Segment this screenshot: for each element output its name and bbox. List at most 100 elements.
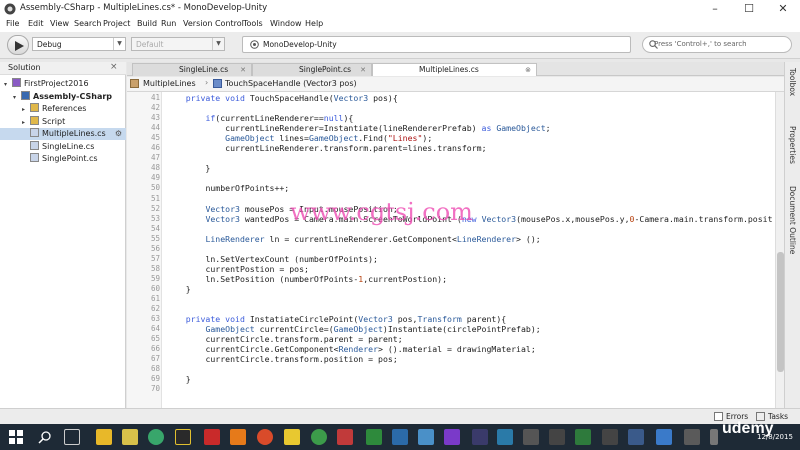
close-icon[interactable]: ✕ [360, 64, 366, 76]
menu-edit[interactable]: Edit [28, 19, 44, 28]
solution-item[interactable]: SingleLine.cs [0, 140, 126, 153]
app-icon-blue2[interactable] [656, 429, 672, 445]
app-icon-c2[interactable] [575, 429, 591, 445]
menu-help[interactable]: Help [305, 19, 323, 28]
windows-start-icon[interactable] [9, 430, 23, 444]
code-line[interactable]: currentLineRenderer.transform.parent=lin… [166, 143, 486, 153]
close-icon[interactable]: ⊗ [525, 64, 531, 76]
code-line[interactable]: } [166, 163, 210, 173]
code-line[interactable]: currentCircle.GetComponent<Renderer> ().… [166, 344, 535, 354]
menu-version-control[interactable]: Version Control [183, 19, 244, 28]
menu-file[interactable]: File [6, 19, 19, 28]
solution-item[interactable]: ▾ FirstProject2016 [0, 78, 126, 90]
app-icon-globe[interactable] [628, 429, 644, 445]
document-outline-tab[interactable]: Document Outline [788, 186, 797, 254]
editor-scrollbar[interactable] [775, 92, 784, 408]
solution-item[interactable]: ▸ References [0, 103, 126, 115]
solution-pad-header: Solution × [0, 62, 126, 75]
code-line[interactable]: ln.SetPosition (numberOfPoints-1,current… [166, 274, 447, 284]
app-icon-s[interactable] [497, 429, 513, 445]
app-icon-blue[interactable] [418, 429, 434, 445]
app-icon-grey[interactable] [684, 429, 700, 445]
search-icon[interactable] [38, 430, 52, 444]
file-explorer-icon[interactable] [96, 429, 112, 445]
path-member[interactable]: TouchSpaceHandle (Vector3 pos) [225, 79, 357, 88]
app-icon-green[interactable] [148, 429, 164, 445]
code-line[interactable]: private void TouchSpaceHandle(Vector3 po… [166, 93, 398, 103]
run-button[interactable] [7, 35, 29, 55]
line-number: 69 [150, 374, 160, 384]
chrome-canary-icon[interactable] [311, 429, 327, 445]
code-line[interactable]: currentPostion = pos; [166, 264, 309, 274]
chrome-icon[interactable] [257, 429, 273, 445]
menu-search[interactable]: Search [74, 19, 101, 28]
menu-view[interactable]: View [50, 19, 69, 28]
code-line[interactable]: } [166, 284, 191, 294]
gear-icon[interactable]: ⚙ [115, 128, 122, 140]
tab-singlepoint[interactable]: SinglePoint.cs ✕ [252, 63, 372, 76]
expand-right-icon[interactable]: ▸ [22, 117, 30, 129]
firefox-icon[interactable] [230, 429, 246, 445]
code-line[interactable]: currentCircle.transform.position = pos; [166, 354, 397, 364]
solution-item[interactable]: MultipleLines.cs ⚙ [0, 128, 126, 140]
platform-select[interactable]: Default ▼ [131, 37, 225, 51]
properties-tab[interactable]: Properties [788, 126, 797, 164]
app-icon-star[interactable] [175, 429, 191, 445]
method-icon [213, 79, 222, 88]
monodevelop-taskbar-icon[interactable] [602, 429, 618, 445]
solution-item[interactable]: SinglePoint.cs [0, 153, 126, 165]
configuration-select[interactable]: Debug ▼ [32, 37, 126, 51]
solution-icon [12, 78, 21, 87]
app-icon-red[interactable] [204, 429, 220, 445]
app-icon-arrow[interactable] [549, 429, 565, 445]
close-button[interactable]: ✕ [766, 0, 800, 18]
solution-pad-title: Solution [8, 63, 41, 72]
status-text: MonoDevelop-Unity [263, 40, 337, 49]
code-line[interactable]: if(currentLineRenderer==null){ [166, 113, 353, 123]
pencil-app-icon[interactable] [284, 429, 300, 445]
menu-window[interactable]: Window [270, 19, 302, 28]
menu-run[interactable]: Run [161, 19, 176, 28]
solution-item[interactable]: ▸ Script [0, 115, 126, 129]
code-line[interactable]: currentLineRenderer=Instantiate(lineRend… [166, 123, 550, 133]
path-class[interactable]: MultipleLines [143, 79, 196, 88]
code-line[interactable]: LineRenderer ln = currentLineRenderer.Ge… [166, 234, 540, 244]
toolbox-tab[interactable]: Toolbox [788, 68, 797, 96]
scroll-thumb[interactable] [777, 252, 784, 372]
code-line[interactable]: GameObject lines=GameObject.Find("Lines"… [166, 133, 432, 143]
search-input[interactable]: Press 'Control+,' to search [642, 36, 792, 53]
media-player-icon[interactable] [122, 429, 138, 445]
line-number: 70 [150, 384, 160, 394]
tab-singleline[interactable]: SingleLine.cs ✕ [132, 63, 252, 76]
app-icon-pin[interactable] [337, 429, 353, 445]
menu-build[interactable]: Build [137, 19, 157, 28]
app-icon-stack[interactable] [392, 429, 408, 445]
line-number: 43 [150, 113, 160, 123]
expand-down-icon[interactable]: ▾ [13, 92, 21, 104]
solution-item-label: FirstProject2016 [24, 79, 89, 88]
code-line[interactable]: currentCircle.transform.parent = parent; [166, 334, 402, 344]
maximize-button[interactable]: ☐ [732, 0, 766, 18]
close-icon[interactable]: ✕ [240, 64, 246, 76]
close-icon[interactable]: × [110, 62, 118, 72]
line-number: 68 [150, 364, 160, 374]
menu-project[interactable]: Project [103, 19, 130, 28]
app-icon-c[interactable] [366, 429, 382, 445]
expand-down-icon[interactable]: ▾ [4, 79, 12, 91]
app-icon-purple[interactable] [444, 429, 460, 445]
expand-right-icon[interactable]: ▸ [22, 104, 30, 116]
code-line[interactable]: ln.SetVertexCount (numberOfPoints); [166, 254, 378, 264]
app-icon-d[interactable] [472, 429, 488, 445]
solution-item[interactable]: ▾ Assembly-CSharp [0, 90, 126, 104]
code-line[interactable]: numberOfPoints++; [166, 183, 289, 193]
task-view-icon[interactable] [64, 429, 80, 445]
minimize-button[interactable]: – [698, 0, 732, 18]
code-line[interactable]: private void InstatiateCirclePoint(Vecto… [166, 314, 507, 324]
tray-icon[interactable] [710, 429, 718, 445]
tab-multiplelines[interactable]: MultipleLines.cs ⊗ [372, 63, 537, 76]
code-line[interactable]: GameObject currentCircle=(GameObject)Ins… [166, 324, 540, 334]
code-line[interactable]: } [166, 374, 191, 384]
unity-icon[interactable] [523, 429, 539, 445]
code-editor[interactable]: 41 42 43 44 45 46 47 48 49 50 51 52 53 54 55 56 57 58 59 60… [127, 92, 775, 408]
menu-tools[interactable]: Tools [243, 19, 263, 28]
